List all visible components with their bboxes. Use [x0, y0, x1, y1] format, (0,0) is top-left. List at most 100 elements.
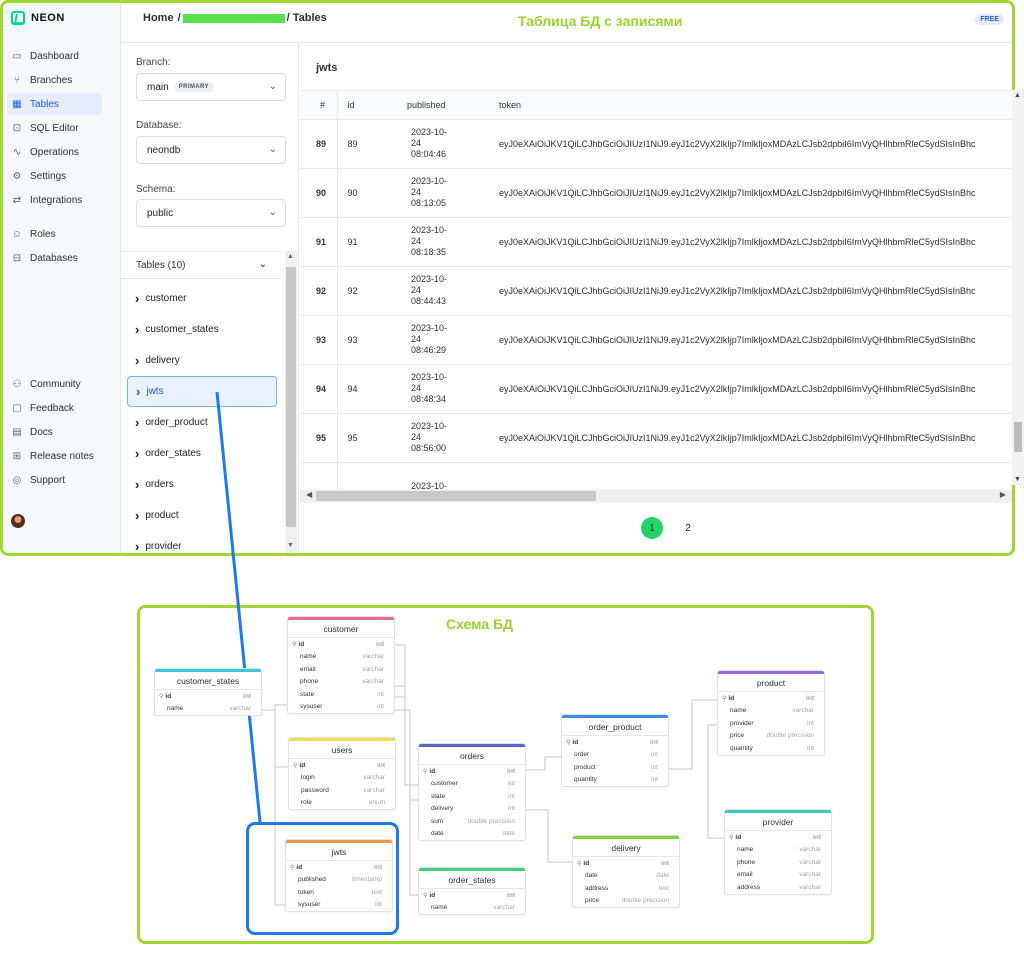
table-item-jwts[interactable]: › jwts: [127, 376, 277, 407]
published-cell[interactable]: 2023-10- 24 08:48:34: [397, 364, 489, 414]
sidebar-item-label: SQL Editor: [30, 122, 79, 134]
table-item-customer[interactable]: › customer: [127, 283, 277, 314]
entity-customer[interactable]: customer ⚲ id int name varchar email varchar pho…: [288, 617, 394, 713]
page-button-1[interactable]: 1: [641, 517, 663, 539]
grid-vertical-scrollbar[interactable]: ▲ ▼: [1012, 90, 1024, 485]
table-item-customer-states[interactable]: › customer_states: [127, 314, 277, 345]
id-cell[interactable]: 92: [337, 266, 397, 316]
breadcrumb-home[interactable]: Home: [143, 12, 174, 24]
table-row[interactable]: 89 89 2023-10- 24 08:04:46 eyJ0eXAiOiJKV1QiLC…: [300, 119, 1012, 169]
entity-field: state int: [288, 688, 394, 701]
field-type: varchar: [362, 653, 384, 661]
table-row[interactable]: 90 90 2023-10- 24 08:13:05 eyJ0eXAiOiJKV1QiLC…: [300, 168, 1012, 218]
id-cell[interactable]: 95: [337, 413, 397, 463]
column-header-published[interactable]: published: [397, 91, 489, 120]
page-button-2[interactable]: 2: [677, 517, 699, 539]
entity-product[interactable]: product ⚲ id int name varchar provider int price…: [718, 671, 824, 755]
id-cell[interactable]: 89: [337, 119, 397, 169]
token-cell[interactable]: eyJ0eXAiOiJKV1QiLCJhbGciOiJIUzI1NiJ9.eyJ…: [489, 168, 1012, 218]
column-header-token[interactable]: token: [489, 91, 1012, 120]
table-item-product[interactable]: › product: [127, 500, 277, 531]
field-name-wrap: provider: [730, 720, 753, 727]
id-cell[interactable]: 94: [337, 364, 397, 414]
scroll-left-icon[interactable]: ◀: [306, 490, 312, 499]
branch-select[interactable]: main PRIMARY ⌄: [136, 73, 286, 101]
sidebar-item-docs[interactable]: ▤ Docs: [7, 421, 102, 443]
entity-orders[interactable]: orders ⚲ id int customer int state int delivery i…: [419, 744, 525, 840]
id-cell[interactable]: 93: [337, 315, 397, 365]
published-cell[interactable]: 2023-10- 24 08:46:29: [397, 315, 489, 365]
published-cell[interactable]: 2023-10- 24 08:56:00: [397, 413, 489, 463]
avatar[interactable]: [11, 514, 25, 528]
column-header-rownum[interactable]: #: [300, 91, 338, 120]
scrollbar-thumb[interactable]: [1014, 422, 1022, 452]
published-cell[interactable]: 2023-10-: [397, 462, 489, 490]
table-row[interactable]: 2023-10-: [300, 462, 1012, 490]
field-name-wrap: state: [300, 691, 314, 698]
entity-delivery[interactable]: delivery ⚲ id int date date address text price do…: [573, 836, 679, 907]
table-item-delivery[interactable]: › delivery: [127, 345, 277, 376]
id-cell[interactable]: [337, 462, 397, 490]
published-date: 2023-10-: [411, 323, 448, 333]
table-row[interactable]: 92 92 2023-10- 24 08:44:43 eyJ0eXAiOiJKV1QiLC…: [300, 266, 1012, 316]
id-cell[interactable]: 90: [337, 168, 397, 218]
table-item-provider[interactable]: › provider: [127, 531, 277, 553]
sidebar-item-release-notes[interactable]: ⊞ Release notes: [7, 445, 102, 467]
sidebar-item-support[interactable]: ◎ Support: [7, 469, 102, 491]
sidebar-item-community[interactable]: ⚇ Community: [7, 373, 102, 395]
scrollbar-thumb[interactable]: [316, 491, 596, 501]
entity-provider[interactable]: provider ⚲ id int name varchar phone varchar ema…: [725, 810, 831, 894]
table-item-orders[interactable]: › orders: [127, 469, 277, 500]
schema-select[interactable]: public ⌄: [136, 199, 286, 227]
column-header-id[interactable]: id: [337, 91, 397, 120]
key-icon: ⚲: [729, 834, 734, 841]
published-cell[interactable]: 2023-10- 24 08:44:43: [397, 266, 489, 316]
entity-order-product[interactable]: order_product ⚲ id int order int product int qua…: [562, 715, 668, 786]
published-cell[interactable]: 2023-10- 24 08:04:46: [397, 119, 489, 169]
table-row[interactable]: 95 95 2023-10- 24 08:56:00 eyJ0eXAiOiJKV1QiLC…: [300, 413, 1012, 463]
tables-scrollbar[interactable]: ▲ ▼: [285, 251, 297, 553]
published-cell[interactable]: 2023-10- 24 08:18:35: [397, 217, 489, 267]
token-cell[interactable]: [489, 462, 1012, 490]
token-cell[interactable]: eyJ0eXAiOiJKV1QiLCJhbGciOiJIUzI1NiJ9.eyJ…: [489, 413, 1012, 463]
sidebar-item-roles[interactable]: ☺ Roles: [7, 223, 102, 245]
sidebar-item-sql-editor[interactable]: ⊡ SQL Editor: [7, 117, 102, 139]
sidebar-item-label: Support: [30, 474, 66, 486]
table-row[interactable]: 94 94 2023-10- 24 08:48:34 eyJ0eXAiOiJKV1QiLC…: [300, 364, 1012, 414]
entity-customer-states[interactable]: customer_states ⚲ id int name varchar: [155, 669, 261, 715]
sidebar-item-branches[interactable]: ⑂ Branches: [7, 69, 102, 91]
token-cell[interactable]: eyJ0eXAiOiJKV1QiLCJhbGciOiJIUzI1NiJ9.eyJ…: [489, 119, 1012, 169]
sidebar-item-databases[interactable]: ⊟ Databases: [7, 247, 102, 269]
sidebar-item-operations[interactable]: ∿ Operations: [7, 141, 102, 163]
sidebar-item-tables[interactable]: ▦ Tables: [7, 93, 102, 115]
scroll-up-icon[interactable]: ▲: [287, 253, 294, 260]
sidebar-item-settings[interactable]: ⚙ Settings: [7, 165, 102, 187]
breadcrumb-project-redacted[interactable]: [182, 13, 285, 23]
token-cell[interactable]: eyJ0eXAiOiJKV1QiLCJhbGciOiJIUzI1NiJ9.eyJ…: [489, 364, 1012, 414]
token-cell[interactable]: eyJ0eXAiOiJKV1QiLCJhbGciOiJIUzI1NiJ9.eyJ…: [489, 217, 1012, 267]
horizontal-scrollbar[interactable]: ◀ ▶: [300, 489, 1012, 503]
plan-badge[interactable]: FREE: [975, 14, 1004, 25]
scroll-right-icon[interactable]: ▶: [1000, 490, 1006, 499]
scroll-down-icon[interactable]: ▼: [287, 542, 294, 549]
sidebar-item-feedback[interactable]: ▢ Feedback: [7, 397, 102, 419]
entity-users[interactable]: users ⚲ id int login varchar password varchar ro…: [289, 738, 395, 809]
table-item-order-product[interactable]: › order_product: [127, 407, 277, 438]
sidebar-item-dashboard[interactable]: ▭ Dashboard: [7, 45, 102, 67]
table-item-order-states[interactable]: › order_states: [127, 438, 277, 469]
entity-order-states[interactable]: order_states ⚲ id int name varchar: [419, 868, 525, 914]
token-cell[interactable]: eyJ0eXAiOiJKV1QiLCJhbGciOiJIUzI1NiJ9.eyJ…: [489, 266, 1012, 316]
table-row[interactable]: 93 93 2023-10- 24 08:46:29 eyJ0eXAiOiJKV1QiLC…: [300, 315, 1012, 365]
field-name-wrap: name: [167, 705, 183, 712]
scroll-down-icon[interactable]: ▼: [1014, 476, 1021, 483]
sidebar-item-integrations[interactable]: ⇄ Integrations: [7, 189, 102, 211]
logo[interactable]: NEON: [11, 11, 65, 25]
scroll-up-icon[interactable]: ▲: [1014, 92, 1021, 99]
published-cell[interactable]: 2023-10- 24 08:13:05: [397, 168, 489, 218]
database-select[interactable]: neondb ⌄: [136, 136, 286, 164]
token-cell[interactable]: eyJ0eXAiOiJKV1QiLCJhbGciOiJIUzI1NiJ9.eyJ…: [489, 315, 1012, 365]
table-row[interactable]: 91 91 2023-10- 24 08:18:35 eyJ0eXAiOiJKV1QiLC…: [300, 217, 1012, 267]
tables-header[interactable]: Tables (10) ⌄: [121, 251, 281, 279]
id-cell[interactable]: 91: [337, 217, 397, 267]
scrollbar-thumb[interactable]: [286, 267, 296, 527]
